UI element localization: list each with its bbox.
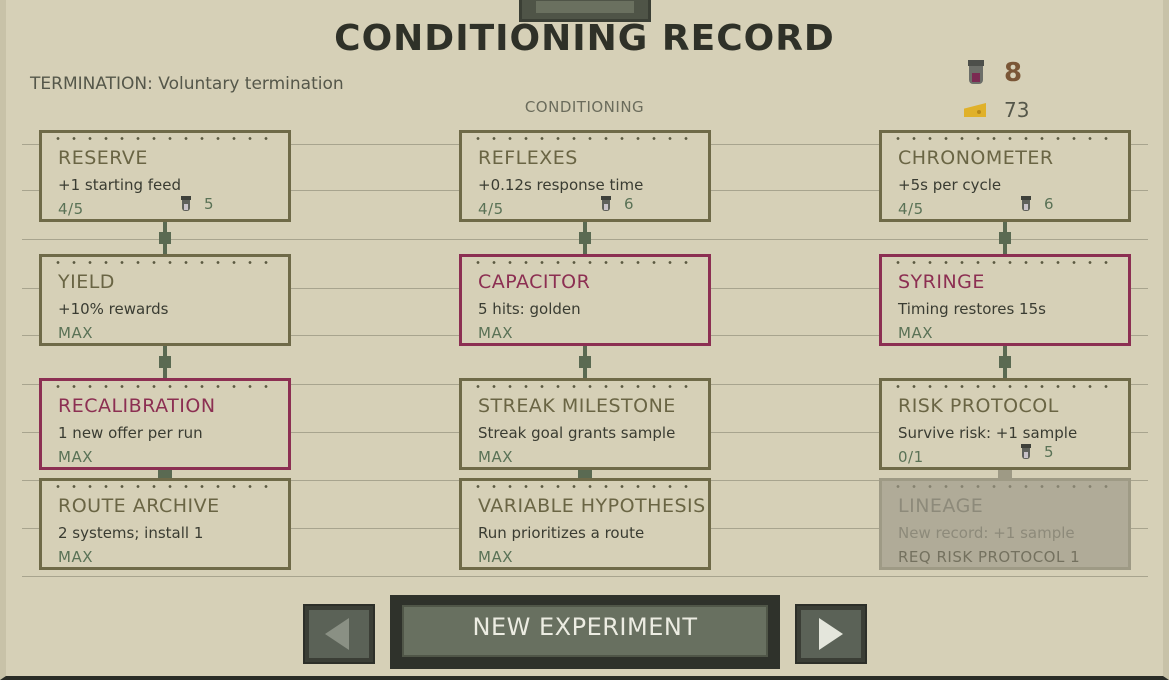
card-dots: [50, 261, 280, 264]
card-description: +5s per cycle: [898, 176, 1002, 194]
cost-value: 5: [1044, 443, 1054, 461]
card-description: Run prioritizes a route: [478, 524, 645, 542]
sample-vial-icon: [600, 196, 612, 212]
cost-value: 6: [1044, 195, 1054, 213]
upgrade-card-streak-milestone[interactable]: STREAK MILESTONE Streak goal grants samp…: [459, 378, 711, 470]
connector-knob: [159, 356, 171, 368]
connector-knob: [999, 232, 1011, 244]
card-status: MAX: [58, 548, 93, 566]
upgrade-card-variable-hypothesis[interactable]: VARIABLE HYPOTHESIS Run prioritizes a ro…: [459, 478, 711, 570]
prev-page-button[interactable]: [303, 604, 375, 664]
connector-knob: [159, 232, 171, 244]
card-description: New record: +1 sample: [898, 524, 1075, 542]
card-name: RECALIBRATION: [58, 395, 216, 417]
connector-knob: [579, 232, 591, 244]
card-description: Survive risk: +1 sample: [898, 424, 1078, 442]
card-dots: [890, 385, 1120, 388]
card-dots: [470, 137, 700, 140]
card-name: YIELD: [58, 271, 115, 293]
card-name: CHRONOMETER: [898, 147, 1054, 169]
upgrade-card-capacitor[interactable]: CAPACITOR 5 hits: golden MAX: [459, 254, 711, 346]
card-status: REQ RISK PROTOCOL 1: [898, 548, 1081, 566]
sample-vial-icon: [180, 196, 192, 212]
card-description: 2 systems; install 1: [58, 524, 204, 542]
card-status: 4/5: [478, 200, 504, 218]
card-name: RESERVE: [58, 147, 148, 169]
card-dots: [470, 485, 700, 488]
new-experiment-button[interactable]: NEW EXPERIMENT: [390, 595, 780, 669]
upgrade-card-route-archive[interactable]: ROUTE ARCHIVE 2 systems; install 1 MAX: [39, 478, 291, 570]
card-status: MAX: [898, 324, 933, 342]
upgrade-card-risk-protocol[interactable]: RISK PROTOCOL Survive risk: +1 sample 0/…: [879, 378, 1131, 470]
card-status: MAX: [478, 324, 513, 342]
card-name: LINEAGE: [898, 495, 984, 517]
card-dots: [470, 261, 700, 264]
upgrade-card-recalibration[interactable]: RECALIBRATION 1 new offer per run MAX: [39, 378, 291, 470]
next-page-button[interactable]: [795, 604, 867, 664]
card-status: MAX: [58, 324, 93, 342]
card-dots: [890, 485, 1120, 488]
card-description: Streak goal grants sample: [478, 424, 676, 442]
sample-vial-icon: [966, 60, 986, 86]
card-cost: 6: [600, 195, 634, 213]
card-name: ROUTE ARCHIVE: [58, 495, 220, 517]
grid-line: [22, 576, 1148, 577]
upgrade-card-lineage[interactable]: LINEAGE New record: +1 sample REQ RISK P…: [879, 478, 1131, 570]
card-status: 4/5: [898, 200, 924, 218]
card-dots: [890, 137, 1120, 140]
card-name: SYRINGE: [898, 271, 985, 293]
card-status: MAX: [58, 448, 93, 466]
arrow-left-icon: [325, 618, 349, 650]
sample-vial-icon: [1020, 444, 1032, 460]
card-name: REFLEXES: [478, 147, 578, 169]
card-description: +1 starting feed: [58, 176, 182, 194]
card-description: 1 new offer per run: [58, 424, 203, 442]
arrow-right-icon: [819, 618, 843, 650]
upgrade-card-reflexes[interactable]: REFLEXES +0.12s response time 4/5 6: [459, 130, 711, 222]
samples-count: 8: [1004, 58, 1023, 88]
card-description: 5 hits: golden: [478, 300, 581, 318]
cost-value: 5: [204, 195, 214, 213]
card-name: VARIABLE HYPOTHESIS: [478, 495, 706, 517]
cost-value: 6: [624, 195, 634, 213]
upgrade-card-yield[interactable]: YIELD +10% rewards MAX: [39, 254, 291, 346]
card-status: MAX: [478, 448, 513, 466]
card-description: Timing restores 15s: [898, 300, 1046, 318]
connector-knob: [579, 356, 591, 368]
card-dots: [50, 485, 280, 488]
card-status: MAX: [478, 548, 513, 566]
cheese-counter: 73: [964, 98, 1029, 122]
card-dots: [50, 137, 280, 140]
card-dots: [890, 261, 1120, 264]
sample-vial-icon: [1020, 196, 1032, 212]
card-dots: [50, 385, 280, 388]
card-cost: 5: [1020, 443, 1054, 461]
card-status: 4/5: [58, 200, 84, 218]
card-status: 0/1: [898, 448, 924, 466]
card-name: CAPACITOR: [478, 271, 591, 293]
card-name: RISK PROTOCOL: [898, 395, 1059, 417]
termination-text: TERMINATION: Voluntary termination: [30, 74, 344, 94]
cheese-icon: [964, 101, 986, 119]
upgrade-card-syringe[interactable]: SYRINGE Timing restores 15s MAX: [879, 254, 1131, 346]
samples-counter: 8: [966, 58, 1022, 88]
card-description: +10% rewards: [58, 300, 169, 318]
connector-knob: [999, 356, 1011, 368]
card-cost: 5: [180, 195, 214, 213]
card-name: STREAK MILESTONE: [478, 395, 676, 417]
card-cost: 6: [1020, 195, 1054, 213]
upgrade-card-chronometer[interactable]: CHRONOMETER +5s per cycle 4/5 6: [879, 130, 1131, 222]
new-experiment-label: NEW EXPERIMENT: [472, 613, 698, 641]
upgrade-card-reserve[interactable]: RESERVE +1 starting feed 4/5 5: [39, 130, 291, 222]
page-title: CONDITIONING RECORD: [334, 18, 835, 59]
cheese-count: 73: [1004, 98, 1030, 122]
card-description: +0.12s response time: [478, 176, 644, 194]
card-dots: [470, 385, 700, 388]
